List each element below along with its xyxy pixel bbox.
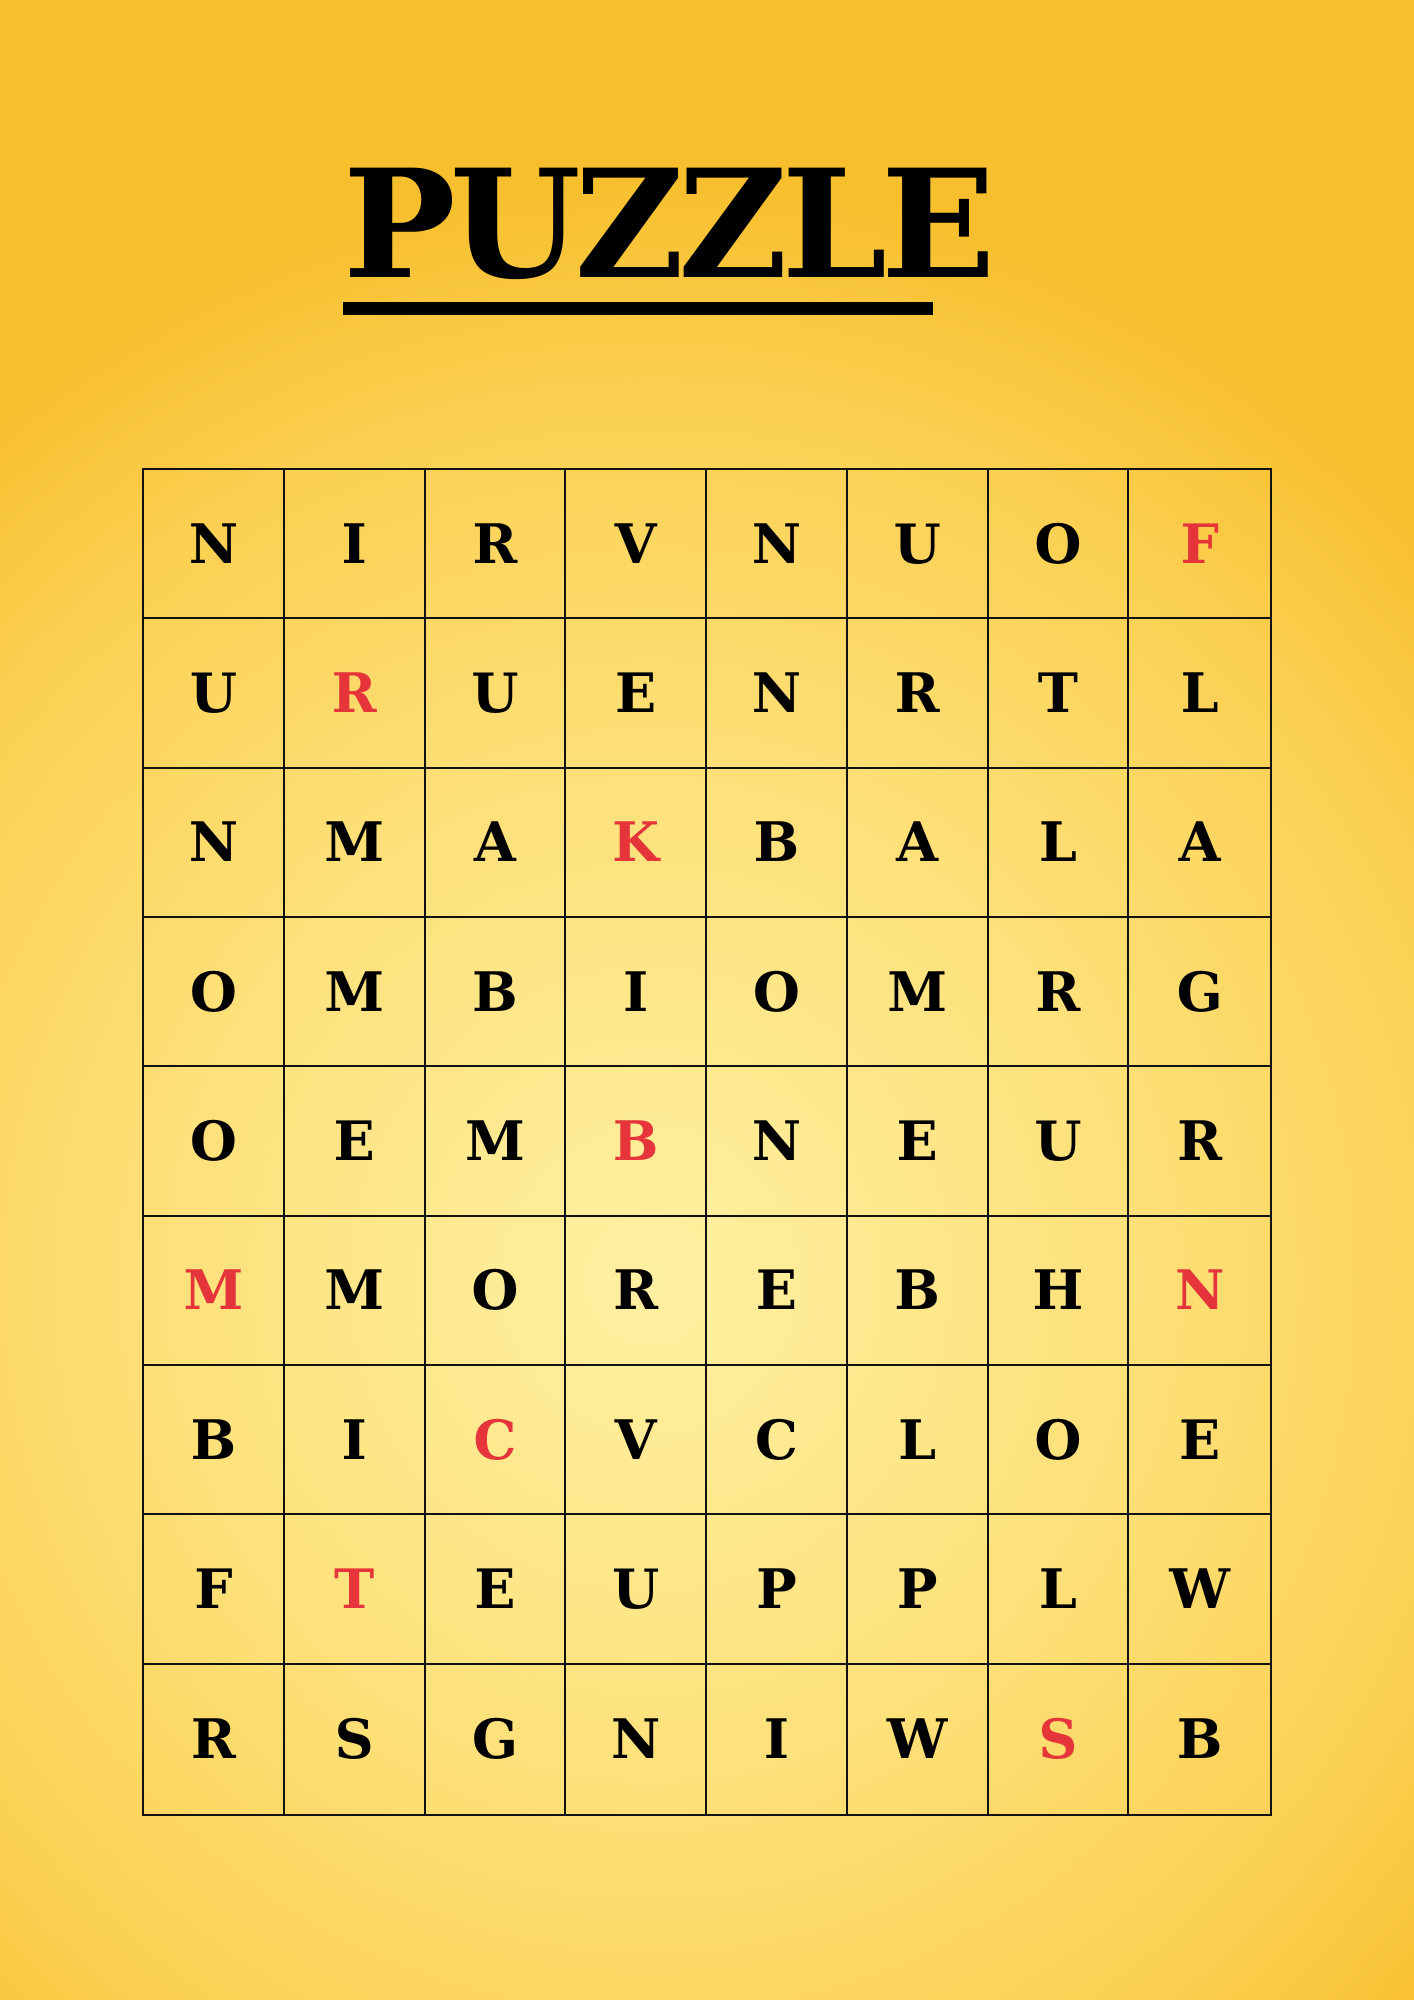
grid-cell: E xyxy=(566,619,707,769)
grid-cell: B xyxy=(425,917,567,1068)
grid-cell: S xyxy=(285,1664,426,1814)
grid-cell: E xyxy=(707,1216,848,1366)
grid-cell: N xyxy=(707,619,848,769)
title-underline xyxy=(343,302,933,315)
grid-cell: M xyxy=(284,1216,426,1366)
grid-cell: M xyxy=(847,917,989,1068)
grid-cell: R xyxy=(144,1664,285,1814)
grid-cell: M xyxy=(425,1067,567,1217)
grid-cell: P xyxy=(847,1515,989,1665)
grid-cell: A xyxy=(1129,769,1270,918)
grid-cell: O xyxy=(988,470,1130,620)
grid-cell: O xyxy=(988,1365,1130,1516)
grid-cell: T xyxy=(988,619,1130,769)
grid-cell: F xyxy=(144,1515,285,1665)
grid-cell: G xyxy=(1129,918,1270,1068)
grid-cell: K xyxy=(566,768,707,918)
word-search-grid: NIRVNUOFURUENRTLNMAKBALAOMBIOMRGOEMBNEUR… xyxy=(142,468,1272,1816)
grid-cell: R xyxy=(847,619,989,769)
grid-cell: O xyxy=(144,1067,285,1217)
grid-cell: N xyxy=(707,1067,848,1217)
grid-cell: E xyxy=(425,1515,567,1665)
grid-cell: N xyxy=(1129,1217,1270,1366)
grid-cell: R xyxy=(284,619,426,769)
grid-cell: R xyxy=(1129,1067,1270,1217)
grid-cell: R xyxy=(566,1216,707,1366)
grid-cell: C xyxy=(425,1365,567,1516)
grid-cell: W xyxy=(1129,1515,1270,1665)
grid-cell: M xyxy=(284,768,426,918)
grid-cell: A xyxy=(847,768,989,918)
grid-cell: F xyxy=(1129,470,1270,620)
grid-cell: N xyxy=(144,768,285,918)
grid-cell: B xyxy=(707,768,848,918)
grid-cell: L xyxy=(847,1365,989,1516)
grid-cell: A xyxy=(425,768,567,918)
grid-cell: I xyxy=(284,1365,426,1516)
grid-cell: C xyxy=(707,1365,848,1516)
grid-cell: E xyxy=(1129,1366,1270,1516)
grid-cell: I xyxy=(707,1664,848,1814)
grid-cell: M xyxy=(284,917,426,1068)
grid-cell: R xyxy=(988,917,1130,1068)
grid-cell: O xyxy=(707,917,848,1068)
grid-cell: B xyxy=(566,1067,707,1217)
grid-cell: V xyxy=(566,470,707,620)
grid-cell: S xyxy=(989,1664,1130,1814)
grid-cell: W xyxy=(848,1664,989,1814)
grid-cell: N xyxy=(144,470,285,620)
grid-cell: B xyxy=(1176,1707,1223,1772)
grid-cell: L xyxy=(988,768,1130,918)
grid-cell: E xyxy=(284,1067,426,1217)
grid-cell: M xyxy=(144,1216,285,1366)
grid-cell: P xyxy=(707,1515,848,1665)
grid-cell: U xyxy=(566,1515,707,1665)
grid-cell: U xyxy=(425,619,567,769)
grid-cell: O xyxy=(425,1216,567,1366)
grid-cell: B xyxy=(144,1365,285,1516)
grid-cell: O xyxy=(144,917,285,1068)
grid-cell: L xyxy=(988,1515,1130,1665)
grid-cell: I xyxy=(566,917,707,1068)
grid-cell: U xyxy=(144,619,285,769)
grid-cell: N xyxy=(707,470,848,620)
grid-cell: T xyxy=(284,1515,426,1665)
puzzle-title: PUZZLE xyxy=(343,137,995,313)
grid-cell: B xyxy=(847,1216,989,1366)
grid-cell: H xyxy=(988,1216,1130,1366)
grid-cell: I xyxy=(284,470,426,620)
grid-cell: L xyxy=(1129,619,1270,769)
grid-cell: N xyxy=(566,1664,707,1814)
grid-cell: G xyxy=(426,1664,567,1814)
grid-cell: U xyxy=(847,470,989,620)
grid-cell: U xyxy=(988,1067,1130,1217)
grid-cell: E xyxy=(847,1067,989,1217)
grid-cell: R xyxy=(425,470,567,620)
grid-cell: V xyxy=(566,1365,707,1516)
